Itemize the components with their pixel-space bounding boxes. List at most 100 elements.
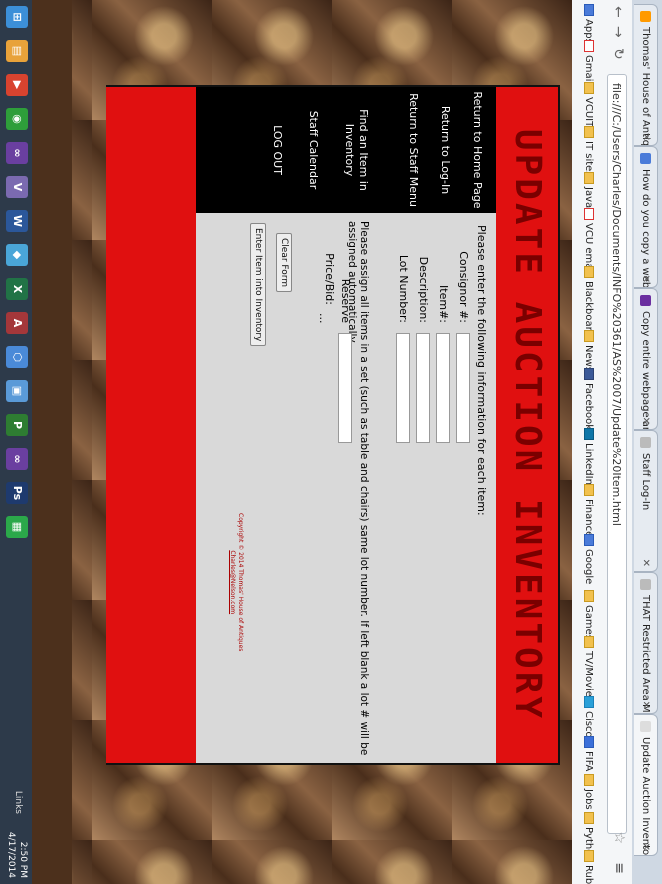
forward-icon[interactable]: → — [610, 26, 626, 38]
consignor-label: Consignor #: — [457, 251, 470, 323]
bookmark-java[interactable]: Java — [583, 172, 594, 208]
excel-icon[interactable]: X — [6, 278, 28, 300]
folder-icon — [584, 484, 594, 496]
bookmark-vcuit[interactable]: VCUIT — [583, 82, 594, 127]
chrome-icon[interactable]: ◉ — [6, 108, 28, 130]
page-card: UPDATE AUCTION INVENTORY Return to Home … — [106, 85, 560, 765]
file-explorer-icon[interactable]: ▤ — [6, 40, 28, 62]
nav-home[interactable]: Return to Home Page — [470, 87, 484, 213]
reload-icon[interactable]: ↻ — [610, 48, 626, 60]
address-bar[interactable]: file:///C:/Users/Charles/Documents/INFO%… — [607, 74, 627, 834]
description-input[interactable] — [416, 333, 430, 443]
bookmark-news[interactable]: News — [583, 330, 594, 372]
bookmark-gmail[interactable]: Gmail — [583, 40, 594, 84]
tab-restricted-area[interactable]: THAT Restricted Area Me ✕ — [634, 572, 658, 714]
close-icon[interactable]: ✕ — [634, 133, 657, 141]
close-icon[interactable]: ✕ — [634, 843, 657, 851]
menu-icon[interactable]: ≡ — [611, 862, 627, 874]
yahoo-icon — [640, 295, 651, 306]
enter-item-button[interactable]: Enter Item into Inventory — [250, 223, 266, 347]
google-icon — [584, 534, 594, 546]
folder-icon — [584, 812, 594, 824]
fifa-icon — [584, 736, 594, 748]
access-icon[interactable]: A — [6, 312, 28, 334]
tab-how-copy[interactable]: How do you copy a webp ✕ — [634, 146, 658, 288]
bookmark-jobs[interactable]: Jobs — [583, 774, 594, 810]
consignor-input[interactable] — [456, 333, 470, 443]
reserve-input[interactable] — [338, 333, 352, 443]
cisco-icon — [584, 696, 594, 708]
project-icon[interactable]: P — [6, 414, 28, 436]
folder-icon — [584, 330, 594, 342]
clock[interactable]: 2:50 PM 4/17/2014 — [5, 832, 29, 878]
footer-bar — [106, 87, 196, 763]
visual-studio-icon-2[interactable]: ∞ — [6, 448, 28, 470]
bookmark-google[interactable]: Google — [583, 534, 594, 584]
gmail-icon — [584, 40, 594, 52]
clear-form-button[interactable]: Clear Form — [276, 233, 292, 293]
store-icon[interactable]: ▦ — [6, 516, 28, 538]
toolbar: ← → ↻ file:///C:/Users/Charles/Documents… — [601, 0, 632, 884]
folder-icon — [584, 266, 594, 278]
bookmark-tv-movies[interactable]: TV/Movies — [583, 636, 594, 702]
bookmark-apps[interactable]: Apps — [583, 4, 594, 44]
bookmark-it-sites[interactable]: IT sites — [583, 126, 594, 177]
page-background: UPDATE AUCTION INVENTORY Return to Home … — [0, 0, 572, 884]
apps-icon — [584, 4, 594, 16]
back-icon[interactable]: ← — [610, 6, 626, 18]
start-icon[interactable]: ⊞ — [6, 6, 28, 28]
app-hex-icon[interactable]: ⬡ — [6, 346, 28, 368]
photos-icon[interactable]: ▣ — [6, 380, 28, 402]
gmail-icon — [584, 208, 594, 220]
bookmark-finance[interactable]: Finance — [583, 484, 594, 537]
close-icon[interactable]: ✕ — [634, 701, 657, 709]
linkedin-icon — [584, 428, 594, 440]
nav-staff-menu[interactable]: Return to Staff Menu — [406, 87, 420, 213]
google-icon — [640, 153, 651, 164]
nav-logout[interactable]: LOG OUT — [270, 87, 284, 213]
bookmark-facebook[interactable]: Facebook — [583, 368, 594, 430]
photoshop-icon[interactable]: Ps — [6, 482, 28, 504]
nav-login[interactable]: Return to Log-In — [438, 87, 452, 213]
notes-icon[interactable]: ◆ — [6, 244, 28, 266]
star-icon[interactable]: ☆ — [611, 831, 627, 844]
bookmark-games[interactable]: Games — [583, 590, 594, 640]
reserve-label: Reserve — [339, 278, 352, 323]
form-intro: Please enter the following information f… — [475, 225, 488, 516]
clock-time: 2:50 PM — [18, 841, 28, 878]
media-icon[interactable]: ▶ — [6, 74, 28, 96]
tray-links[interactable]: Links — [13, 791, 23, 814]
close-icon[interactable]: ✕ — [634, 417, 657, 425]
word-icon[interactable]: W — [6, 210, 28, 232]
visio-icon[interactable]: V — [6, 176, 28, 198]
bookmark-linkedin[interactable]: LinkedIn — [583, 428, 594, 485]
page-background-bottom — [32, 0, 72, 884]
close-icon[interactable]: ✕ — [634, 275, 657, 283]
bookmark-vcu-email[interactable]: VCU email — [583, 208, 594, 275]
nav-find-item[interactable]: Find an Item in Inventory — [342, 87, 370, 213]
visual-studio-icon[interactable]: ∞ — [6, 142, 28, 164]
tab-update-auction[interactable]: Update Auction Inventory ✕ — [634, 714, 658, 856]
clock-date: 4/17/2014 — [6, 831, 16, 878]
contact-link[interactable]: Charles@Nelson.com — [228, 513, 236, 651]
tab-copy-entire[interactable]: Copy entire webpage and ✕ — [634, 288, 658, 430]
folder-icon — [584, 172, 594, 184]
bookmark-fifa[interactable]: FIFA — [583, 736, 594, 771]
item-input[interactable] — [436, 333, 450, 443]
price-bid-label: Price/Bid: — [323, 253, 336, 305]
copyright-footer: Copyright © 2014 Thomas' House of Antiqu… — [228, 513, 244, 651]
bookmark-blackboard[interactable]: Blackboard — [583, 266, 594, 337]
folder-icon — [584, 590, 594, 602]
page-icon — [640, 437, 651, 448]
page-icon — [640, 721, 651, 732]
close-icon[interactable]: ✕ — [634, 559, 657, 567]
bookmark-cisco[interactable]: Cisco — [583, 696, 594, 738]
nav-staff-calendar[interactable]: Staff Calendar — [306, 87, 320, 213]
facebook-icon — [584, 368, 594, 380]
tab-staff-login[interactable]: Staff Log-In ✕ — [634, 430, 658, 572]
page-icon — [640, 11, 651, 22]
bookmark-ruby[interactable]: Ruby — [583, 850, 594, 884]
tab-thomas-house[interactable]: Thomas' House of Antiq ✕ — [634, 4, 658, 146]
lot-input[interactable] — [396, 333, 410, 443]
folder-icon — [584, 636, 594, 648]
